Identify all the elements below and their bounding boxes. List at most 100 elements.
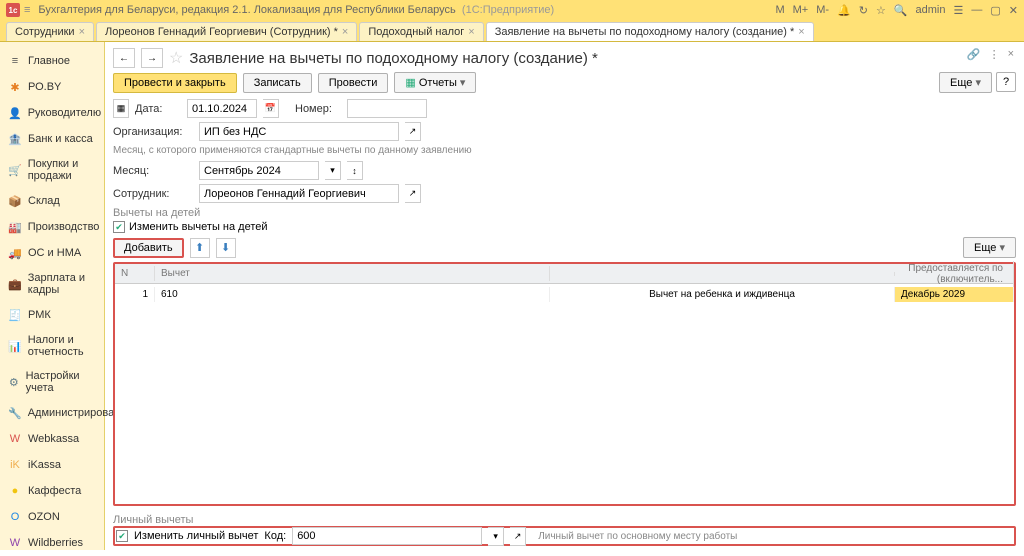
sidebar-item-14[interactable]: iK iKassa <box>0 452 104 478</box>
sidebar-label: Склад <box>28 195 60 207</box>
sidebar-item-8[interactable]: 💼Зарплата и кадры <box>0 266 104 302</box>
sidebar-icon: 👤 <box>8 106 22 120</box>
kids-section-title: Вычеты на детей <box>113 207 1016 219</box>
org-open-icon[interactable]: ↗ <box>405 122 421 141</box>
sidebar-item-2[interactable]: 👤Руководителю <box>0 100 104 126</box>
search-icon[interactable]: 🔍 <box>894 4 908 17</box>
tab-employees[interactable]: Сотрудники× <box>6 22 94 41</box>
sidebar-label: РМК <box>28 309 51 321</box>
sidebar-icon: 🔧 <box>8 406 22 420</box>
move-up-button[interactable]: ⬆ <box>190 238 210 258</box>
sidebar-icon: W <box>8 432 22 446</box>
employee-open-icon[interactable]: ↗ <box>405 184 421 203</box>
employee-field[interactable] <box>199 184 399 203</box>
sidebar-item-4[interactable]: 🛒 Покупки и продажи <box>0 152 104 188</box>
favorite-icon[interactable]: ☆ <box>169 48 183 68</box>
star-icon[interactable]: ☆ <box>876 4 886 17</box>
close-icon[interactable]: ✕ <box>1009 4 1018 17</box>
sidebar-icon: ≡ <box>8 54 22 68</box>
mode-icon[interactable]: ▦ <box>113 99 129 118</box>
mem-mplus[interactable]: M+ <box>793 4 809 16</box>
write-button[interactable]: Записать <box>243 73 312 93</box>
sidebar-icon: 💼 <box>8 277 22 291</box>
close-icon[interactable]: × <box>79 26 85 38</box>
post-button[interactable]: Провести <box>318 73 389 93</box>
move-down-button[interactable]: ⬇ <box>216 238 236 258</box>
sidebar-item-13[interactable]: WWebkassa <box>0 426 104 452</box>
date-field[interactable] <box>187 99 257 118</box>
mem-mminus[interactable]: M- <box>816 4 829 16</box>
add-button[interactable]: Добавить <box>113 238 184 258</box>
sidebar-item-3[interactable]: 🏦Банк и касса <box>0 126 104 152</box>
cell-n: 1 <box>115 287 155 302</box>
number-field[interactable] <box>347 99 427 118</box>
table-more-button[interactable]: Еще <box>963 237 1016 258</box>
minimize-icon[interactable]: — <box>971 4 982 16</box>
sidebar-item-10[interactable]: 📊Налоги и отчетность <box>0 328 104 364</box>
sidebar-label: Банк и касса <box>28 133 93 145</box>
tab-deductions-app[interactable]: Заявление на вычеты по подоходному налог… <box>486 22 814 41</box>
sidebar-icon: W <box>8 536 22 550</box>
sidebar-label: Главное <box>28 55 70 67</box>
pv1-code-field[interactable] <box>292 527 482 545</box>
app-logo: 1c <box>6 3 20 17</box>
kids-change-checkbox[interactable]: ✔ <box>113 221 125 233</box>
sidebar-label: iKassa <box>28 459 61 471</box>
sidebar-icon: 📊 <box>8 339 22 353</box>
sidebar-item-6[interactable]: 🏭Производство <box>0 214 104 240</box>
sidebar-item-0[interactable]: ≡ Главное <box>0 48 104 74</box>
sidebar-icon: 🛒 <box>8 163 22 177</box>
table-row[interactable]: 1 610 Вычет на ребенка и иждивенца Декаб… <box>115 284 1014 304</box>
more-button[interactable]: Еще <box>939 72 992 93</box>
sidebar-item-5[interactable]: 📦 Склад <box>0 188 104 214</box>
post-and-close-button[interactable]: Провести и закрыть <box>113 73 237 93</box>
sidebar-icon: 📦 <box>8 194 22 208</box>
sidebar-label: Покупки и продажи <box>28 158 96 182</box>
close-icon[interactable]: × <box>342 26 348 38</box>
back-button[interactable]: ← <box>113 48 135 68</box>
sidebar-item-12[interactable]: 🔧Администрирование <box>0 400 104 426</box>
sidebar-icon: ⚙ <box>8 375 20 389</box>
sidebar-item-7[interactable]: 🚚ОС и НМА <box>0 240 104 266</box>
sidebar-item-16[interactable]: OOZON <box>0 504 104 530</box>
col-n: N <box>115 266 155 281</box>
options-icon[interactable]: ⋮ <box>989 48 1000 61</box>
date-picker-icon[interactable]: 📅 <box>263 99 279 118</box>
pv1-open-icon[interactable]: ↗ <box>510 527 526 546</box>
sidebar-item-15[interactable]: ●Каффеста <box>0 478 104 504</box>
sidebar-icon: iK <box>8 458 22 472</box>
sidebar-icon: 🚚 <box>8 246 22 260</box>
month-field[interactable] <box>199 161 319 180</box>
history-icon[interactable]: ↻ <box>859 4 868 17</box>
maximize-icon[interactable]: ▢ <box>990 4 1000 17</box>
pv1-checkbox[interactable]: ✔ <box>116 530 128 542</box>
mode-icon[interactable]: ☰ <box>954 4 964 17</box>
month-label: Месяц: <box>113 165 193 177</box>
cell-desc: Вычет на ребенка и иждивенца <box>550 287 895 302</box>
sidebar-item-1[interactable]: ✱РО.BY <box>0 74 104 100</box>
link-icon[interactable]: 🔗 <box>967 48 981 61</box>
tab-income-tax[interactable]: Подоходный налог× <box>359 22 483 41</box>
tab-employee-card[interactable]: Лореонов Геннадий Георгиевич (Сотрудник)… <box>96 22 357 41</box>
forward-button[interactable]: → <box>141 48 163 68</box>
pv1-dropdown-icon[interactable]: ▾ <box>488 527 504 546</box>
org-field[interactable] <box>199 122 399 141</box>
month-note: Месяц, с которого применяются стандартны… <box>113 145 1016 157</box>
close-icon[interactable]: × <box>468 26 474 38</box>
col-till: Предоставляется по (включитель... <box>895 261 1014 287</box>
month-prev-icon[interactable]: ▾ <box>325 161 341 180</box>
close-panel-icon[interactable]: × <box>1008 48 1014 61</box>
user-label: admin <box>916 4 946 16</box>
nav-sidebar: ≡ Главное ✱РО.BY👤Руководителю🏦Банк и касса… <box>0 42 105 550</box>
col-desc <box>550 272 895 276</box>
reports-button[interactable]: ▦ Отчеты <box>394 72 476 93</box>
sidebar-item-9[interactable]: 🧾РМК <box>0 302 104 328</box>
mem-m[interactable]: M <box>775 4 784 16</box>
close-icon[interactable]: × <box>798 26 804 38</box>
sidebar-item-17[interactable]: WWildberries <box>0 530 104 556</box>
help-button[interactable]: ? <box>996 72 1016 92</box>
sidebar-item-11[interactable]: ⚙Настройки учета <box>0 364 104 400</box>
month-next-icon[interactable]: ↕ <box>347 161 363 180</box>
menu-icon[interactable]: ≡ <box>24 4 30 16</box>
bell-icon[interactable]: 🔔 <box>837 4 851 17</box>
